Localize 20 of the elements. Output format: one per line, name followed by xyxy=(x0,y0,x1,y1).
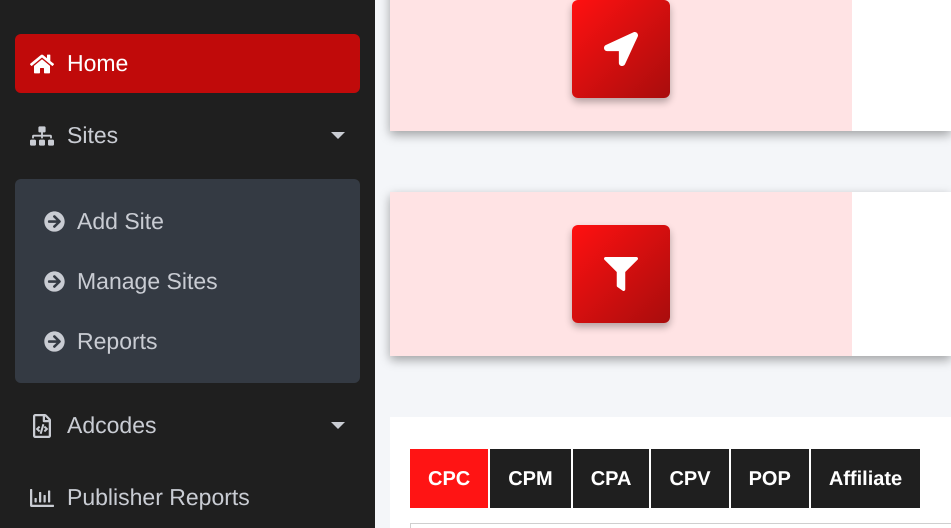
tab[interactable]: CPV xyxy=(651,449,729,508)
submenu-item[interactable]: Reports xyxy=(15,311,360,371)
sidebar-item[interactable]: Home xyxy=(15,34,360,93)
tab[interactable]: CPM xyxy=(490,449,571,508)
tab[interactable]: POP xyxy=(730,449,809,508)
sidebar-item[interactable]: Sites xyxy=(15,106,360,165)
caret-icon xyxy=(331,132,345,139)
caret-icon xyxy=(331,422,345,429)
submenu-item[interactable]: Manage Sites xyxy=(15,251,360,311)
sitemap-icon xyxy=(30,124,54,148)
code-file-icon xyxy=(30,414,54,438)
sidebar-item[interactable]: Adcodes xyxy=(15,396,360,455)
tab[interactable]: CPC xyxy=(410,449,488,508)
submenu-item[interactable]: Add Site xyxy=(15,191,360,251)
tab[interactable]: Affiliate xyxy=(810,449,920,508)
tab[interactable]: CPA xyxy=(572,449,650,508)
navigation-arrow-icon xyxy=(604,32,638,66)
filter-icon xyxy=(604,257,638,291)
sidebar-item[interactable]: Publisher Reports xyxy=(15,468,360,527)
home-icon xyxy=(30,52,54,76)
